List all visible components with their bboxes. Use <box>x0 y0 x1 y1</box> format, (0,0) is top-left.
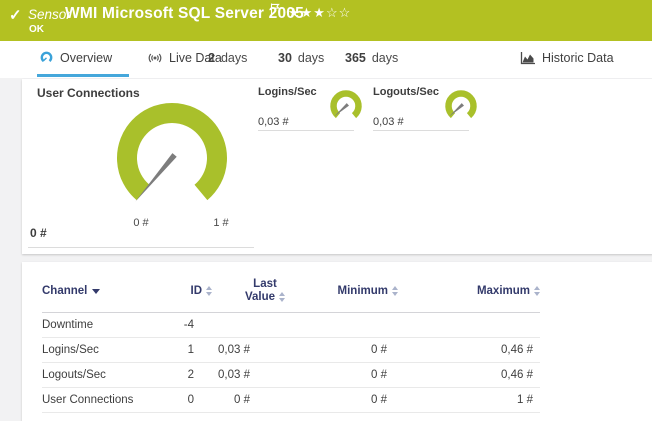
maximum-cell <box>398 313 540 338</box>
column-header-channel[interactable]: Channel <box>42 276 170 313</box>
id-cell: 0 <box>170 388 212 413</box>
logins-gauge-section: Logins/Sec 0,03 # <box>258 86 354 131</box>
minimum-cell: 0 # <box>288 388 398 413</box>
tab-2-days-number: 2 <box>208 51 215 65</box>
prtg-sensor-page: ✓ Sensor WMI Microsoft SQL Server 2005 ★… <box>0 0 652 421</box>
logouts-gauge-value: 0,03 # <box>373 116 404 128</box>
channels-panel: Channel ID Last Value Minimum Maximum <box>22 262 652 421</box>
logouts-gauge-section: Logouts/Sec 0,03 # <box>373 86 469 131</box>
sort-icon <box>206 286 212 296</box>
tab-overview-label: Overview <box>60 51 112 65</box>
table-header-row: Channel ID Last Value Minimum Maximum <box>42 276 540 313</box>
tab-30-days[interactable]: 30 days <box>276 41 326 74</box>
column-header-maximum[interactable]: Maximum <box>398 276 540 313</box>
column-header-id[interactable]: ID <box>170 276 212 313</box>
channel-name-cell: Downtime <box>42 313 170 338</box>
sort-icon <box>392 286 398 296</box>
last-value-cell: 0 # <box>212 388 288 413</box>
table-row[interactable]: Logouts/Sec 2 0,03 # 0 # 0,46 # <box>42 363 540 388</box>
historic-data-icon <box>520 51 536 65</box>
id-cell: 1 <box>170 338 212 363</box>
maximum-cell: 1 # <box>398 388 540 413</box>
gauges-panel: User Connections 0 # 1 # 0 # Logins/Sec … <box>22 79 652 254</box>
table-row[interactable]: Logins/Sec 1 0,03 # 0 # 0,46 # <box>42 338 540 363</box>
live-data-icon <box>147 52 163 64</box>
logins-gauge-value: 0,03 # <box>258 116 289 128</box>
last-value-cell: 0,03 # <box>212 363 288 388</box>
tab-historic-data[interactable]: Historic Data <box>518 41 616 74</box>
minimum-cell: 0 # <box>288 338 398 363</box>
channel-name-cell: Logins/Sec <box>42 338 170 363</box>
column-header-minimum[interactable]: Minimum <box>288 276 398 313</box>
gauge-scale-max-label: 1 # <box>198 217 244 229</box>
logins-gauge-title: Logins/Sec <box>258 86 317 98</box>
tab-historic-data-label: Historic Data <box>542 51 614 65</box>
tab-365-days-unit: days <box>372 51 398 65</box>
sensor-status-badge: OK <box>29 24 44 35</box>
logouts-gauge <box>441 89 481 125</box>
logouts-gauge-title: Logouts/Sec <box>373 86 439 98</box>
channel-table: Channel ID Last Value Minimum Maximum <box>42 276 540 413</box>
channel-name-cell: Logouts/Sec <box>42 363 170 388</box>
minimum-cell: 0 # <box>288 363 398 388</box>
table-row[interactable]: User Connections 0 0 # 0 # 1 # <box>42 388 540 413</box>
gauge-scale-min-label: 0 # <box>118 217 164 229</box>
logins-gauge <box>326 89 366 125</box>
column-header-last-value[interactable]: Last Value <box>212 276 288 313</box>
table-row[interactable]: Downtime -4 <box>42 313 540 338</box>
sort-icon <box>279 292 285 302</box>
sort-desc-icon <box>92 289 100 294</box>
priority-stars[interactable]: ★★★☆☆ <box>288 5 351 21</box>
stars-filled: ★★★ <box>288 5 326 20</box>
maximum-cell: 0,46 # <box>398 338 540 363</box>
sensor-header: ✓ Sensor WMI Microsoft SQL Server 2005 ★… <box>0 0 652 41</box>
last-value-cell: 0,03 # <box>212 338 288 363</box>
tab-30-days-number: 30 <box>278 51 292 65</box>
flag-icon[interactable] <box>270 3 281 15</box>
tab-overview[interactable]: Overview <box>37 41 129 77</box>
sort-icon <box>534 286 540 296</box>
tab-2-days-unit: days <box>221 51 247 65</box>
tab-2-days[interactable]: 2 days <box>206 41 249 74</box>
gauge-icon <box>39 50 54 65</box>
user-connections-gauge <box>92 86 252 236</box>
channel-name-cell: User Connections <box>42 388 170 413</box>
primary-gauge-value: 0 # <box>30 226 47 240</box>
tab-365-days-number: 365 <box>345 51 366 65</box>
tab-365-days[interactable]: 365 days <box>343 41 400 74</box>
maximum-cell: 0,46 # <box>398 363 540 388</box>
status-check-icon: ✓ <box>9 6 22 24</box>
stars-empty: ☆☆ <box>326 5 351 20</box>
tab-30-days-unit: days <box>298 51 324 65</box>
divider <box>28 247 254 248</box>
sensor-title: WMI Microsoft SQL Server 2005 <box>65 5 304 23</box>
id-cell: -4 <box>170 313 212 338</box>
tab-bar: Overview Live Data 2 days 30 days 365 da… <box>0 41 652 78</box>
last-value-cell <box>212 313 288 338</box>
minimum-cell <box>288 313 398 338</box>
id-cell: 2 <box>170 363 212 388</box>
